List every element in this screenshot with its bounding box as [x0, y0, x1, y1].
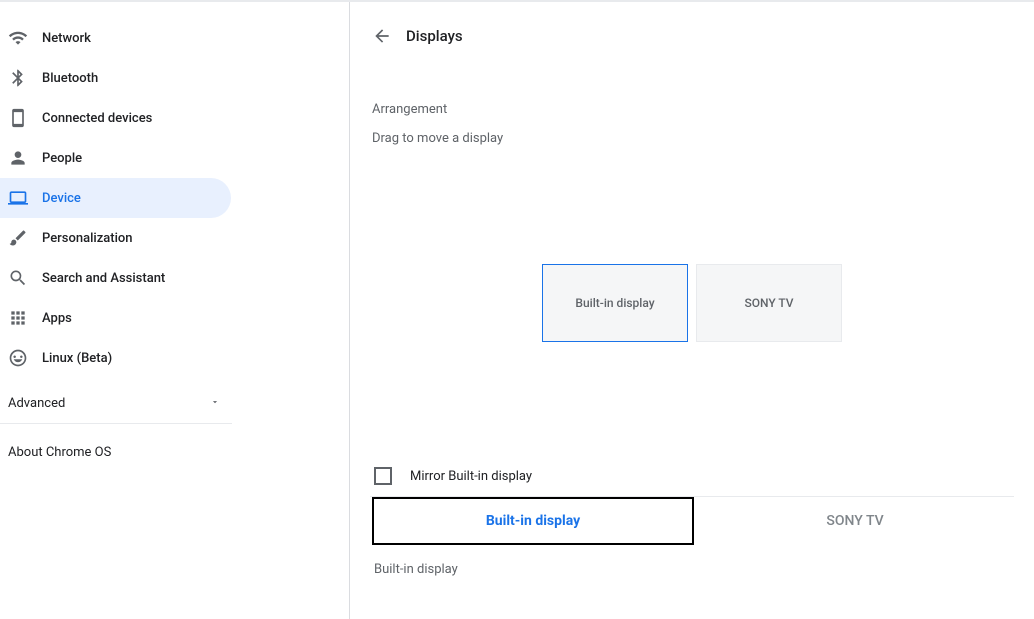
tab-sony-tv[interactable]: SONY TV [696, 497, 1014, 544]
bluetooth-icon [8, 68, 28, 88]
display-label: SONY TV [744, 296, 793, 310]
about-label: About Chrome OS [8, 445, 111, 460]
nav-label: Bluetooth [42, 71, 98, 86]
person-icon [8, 148, 28, 168]
display-builtin[interactable]: Built-in display [542, 264, 688, 342]
page-title: Displays [406, 27, 463, 45]
nav-label: Personalization [42, 231, 133, 246]
advanced-toggle[interactable]: Advanced [0, 384, 232, 424]
sidebar-item-device[interactable]: Device [0, 178, 231, 218]
main-content: Arrangement Drag to move a display Built… [350, 56, 1034, 577]
arrangement-title: Arrangement [372, 102, 1012, 117]
linux-icon [8, 348, 28, 368]
sidebar-item-search-assistant[interactable]: Search and Assistant [0, 258, 231, 298]
nav-label: Apps [42, 311, 72, 326]
subsection-title: Built-in display [372, 562, 1012, 577]
display-tabs: Built-in display SONY TV [370, 496, 1014, 544]
nav-label: Linux (Beta) [42, 351, 112, 366]
nav-label: Search and Assistant [42, 271, 165, 286]
tab-builtin-display[interactable]: Built-in display [372, 497, 694, 545]
arrangement-area: Built-in display SONY TV [372, 146, 1012, 456]
settings-sidebar: Network Bluetooth Connected devices Peop… [0, 2, 350, 619]
sidebar-item-connected-devices[interactable]: Connected devices [0, 98, 231, 138]
mirror-checkbox[interactable] [374, 467, 392, 485]
chevron-down-icon [210, 396, 220, 411]
sidebar-item-personalization[interactable]: Personalization [0, 218, 231, 258]
nav-label: People [42, 151, 82, 166]
tab-label: Built-in display [486, 513, 580, 529]
page-header: Displays [350, 16, 1034, 56]
tab-label: SONY TV [826, 513, 883, 529]
phone-icon [8, 108, 28, 128]
arrangement-subtitle: Drag to move a display [372, 131, 1012, 146]
sidebar-item-apps[interactable]: Apps [0, 298, 231, 338]
sidebar-item-bluetooth[interactable]: Bluetooth [0, 58, 231, 98]
content-pane: Displays Arrangement Drag to move a disp… [350, 2, 1034, 619]
laptop-icon [8, 188, 28, 208]
display-label: Built-in display [575, 296, 654, 310]
nav-label: Network [42, 31, 91, 46]
nav-label: Device [42, 191, 81, 206]
nav-label: Connected devices [42, 111, 152, 126]
about-chrome-os[interactable]: About Chrome OS [0, 432, 232, 472]
advanced-label: Advanced [8, 396, 65, 411]
mirror-label: Mirror Built-in display [410, 469, 532, 484]
sidebar-item-linux[interactable]: Linux (Beta) [0, 338, 231, 378]
sidebar-item-network[interactable]: Network [0, 18, 231, 58]
apps-icon [8, 308, 28, 328]
wifi-icon [8, 28, 28, 48]
brush-icon [8, 228, 28, 248]
sidebar-item-people[interactable]: People [0, 138, 231, 178]
display-sony-tv[interactable]: SONY TV [696, 264, 842, 342]
back-button[interactable] [372, 26, 392, 46]
mirror-row: Mirror Built-in display [372, 456, 1012, 496]
search-icon [8, 268, 28, 288]
nav-list: Network Bluetooth Connected devices Peop… [0, 18, 349, 378]
